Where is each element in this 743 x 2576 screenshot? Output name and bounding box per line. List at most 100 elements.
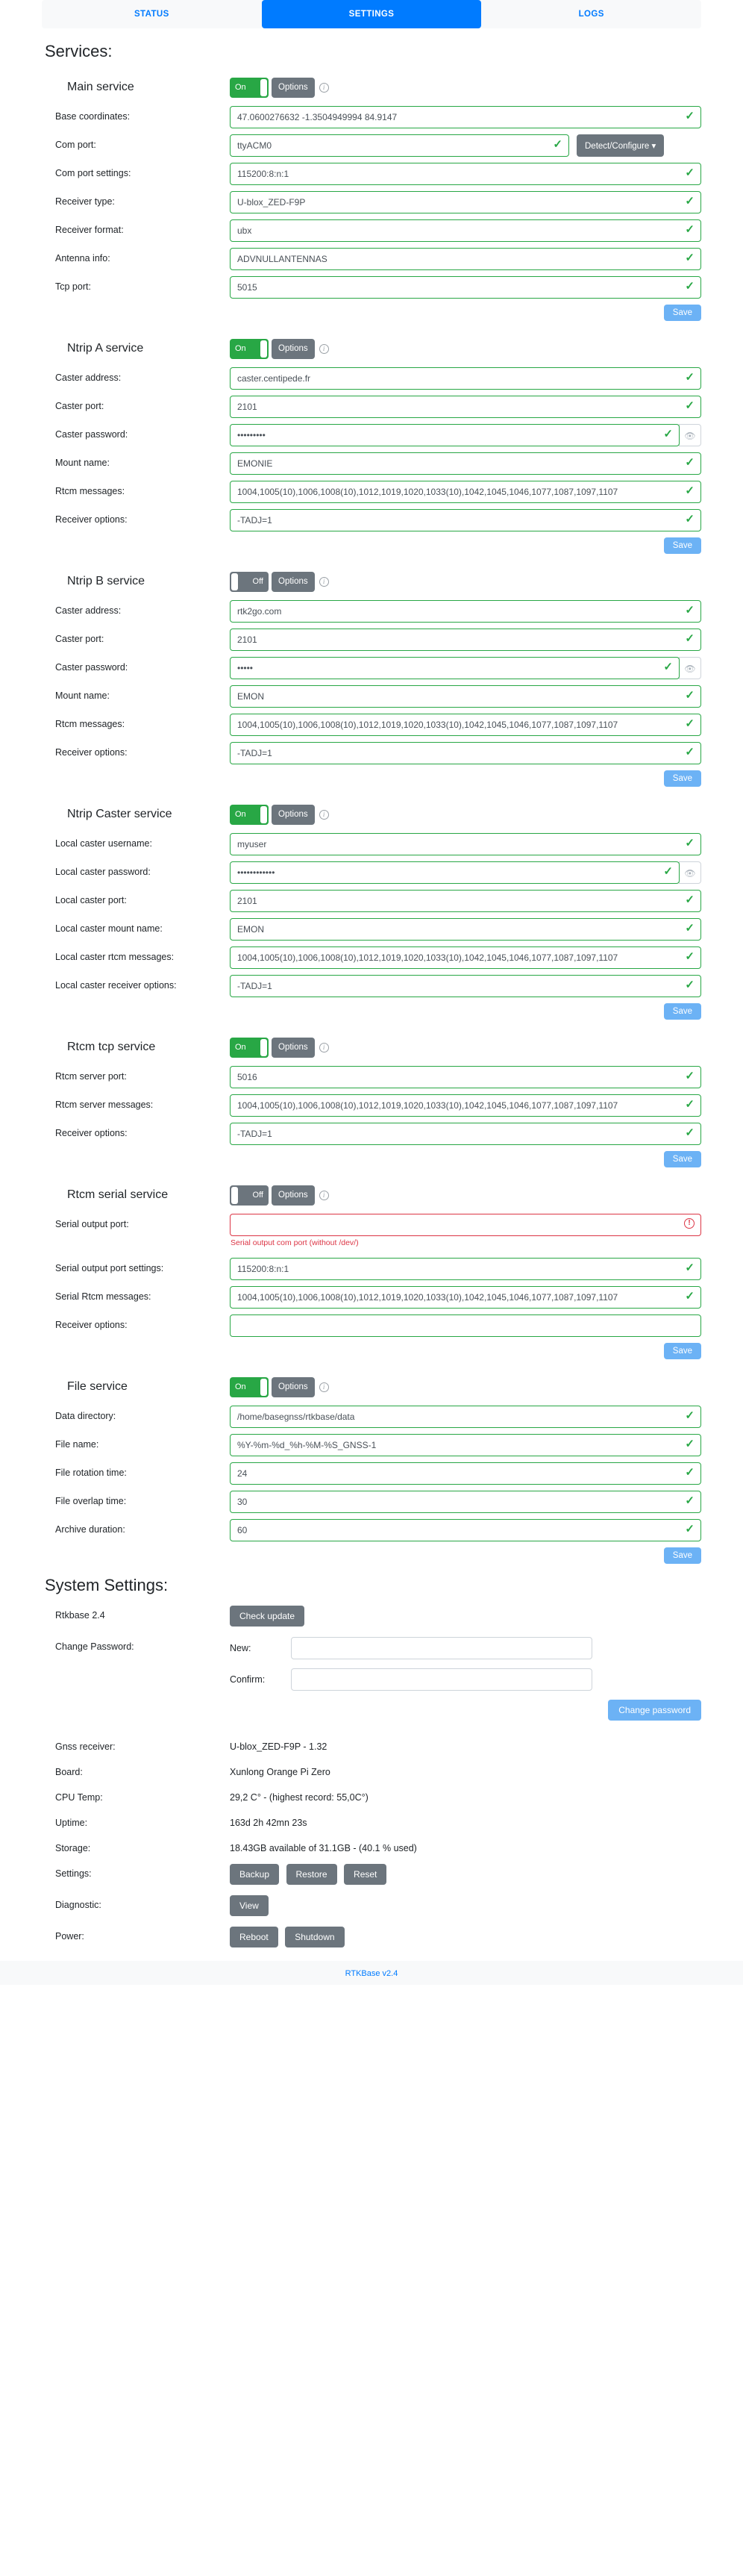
service-rtcm-tcp-toggle[interactable]: On <box>230 1037 269 1058</box>
confirm-password-line: Confirm: <box>230 1668 701 1691</box>
info-icon[interactable]: i <box>319 809 329 820</box>
change-password-button[interactable]: Change password <box>608 1700 701 1721</box>
row-diagnostic: Diagnostic: View <box>42 1895 701 1916</box>
service-ntrip-caster-header: Ntrip Caster service On Options i <box>42 799 701 830</box>
tab-logs[interactable]: LOGS <box>481 0 701 28</box>
toggle-knob <box>231 1186 238 1204</box>
tcp-port-input[interactable]: 5015 <box>230 276 701 299</box>
ntrip-a-caster-password-input[interactable]: ••••••••• <box>230 424 680 446</box>
service-ntrip-b-toggle-label: Off <box>252 576 263 586</box>
service-main-toggle[interactable]: On <box>230 77 269 98</box>
info-icon[interactable]: i <box>319 1382 329 1392</box>
ntrip-a-mount-name-input[interactable]: EMONIE <box>230 452 701 475</box>
service-ntrip-a-title: Ntrip A service <box>67 342 144 355</box>
change-password-row: Change password <box>230 1700 701 1721</box>
com-port-settings-input[interactable]: 115200:8:n:1 <box>230 163 701 185</box>
tab-status[interactable]: STATUS <box>42 0 262 28</box>
local-caster-mount-name-input[interactable]: EMON <box>230 918 701 941</box>
row-power: Power: Reboot Shutdown <box>42 1927 701 1947</box>
board-value: Xunlong Orange Pi Zero <box>230 1767 330 1777</box>
save-main-service-button[interactable]: Save <box>663 305 701 321</box>
service-ntrip-caster-options-button[interactable]: Options <box>272 804 315 825</box>
service-rtcm-serial-options-button[interactable]: Options <box>272 1185 315 1206</box>
ntrip-b-receiver-options-input[interactable]: -TADJ=1 <box>230 742 701 764</box>
save-row: Save <box>42 770 701 787</box>
service-main-options-button[interactable]: Options <box>272 77 315 98</box>
service-ntrip-a-options-button[interactable]: Options <box>272 338 315 359</box>
confirm-password-input[interactable] <box>291 1668 592 1691</box>
ntrip-b-caster-password-input[interactable]: ••••• <box>230 657 680 679</box>
serial-output-port-input[interactable] <box>230 1214 701 1236</box>
save-ntrip-a-button[interactable]: Save <box>663 537 701 554</box>
base-coordinates-input[interactable]: 47.0600276632 -1.3504949994 84.9147 <box>230 106 701 128</box>
eye-slash-icon[interactable]: 👁 <box>679 657 701 679</box>
save-ntrip-b-button[interactable]: Save <box>663 770 701 787</box>
eye-slash-icon[interactable]: 👁 <box>679 861 701 884</box>
com-port-input[interactable]: ttyACM0 <box>230 134 569 157</box>
save-rtcm-serial-button[interactable]: Save <box>663 1343 701 1359</box>
data-directory-input[interactable]: /home/basegnss/rtkbase/data <box>230 1406 701 1428</box>
archive-duration-input[interactable]: 60 <box>230 1519 701 1541</box>
ntrip-b-mount-name-input[interactable]: EMON <box>230 685 701 708</box>
detect-configure-button[interactable]: Detect/Configure ▾ <box>577 134 665 157</box>
local-caster-password-input[interactable]: •••••••••••• <box>230 861 680 884</box>
check-update-button[interactable]: Check update <box>230 1606 305 1627</box>
save-rtcm-tcp-button[interactable]: Save <box>663 1151 701 1167</box>
ntrip-b-caster-port-input[interactable]: 2101 <box>230 629 701 651</box>
info-icon[interactable]: i <box>319 1042 329 1052</box>
receiver-format-input[interactable]: ubx <box>230 219 701 242</box>
ntrip-a-caster-address-input[interactable]: caster.centipede.fr <box>230 367 701 390</box>
ntrip-b-caster-address-input[interactable]: rtk2go.com <box>230 600 701 623</box>
service-ntrip-caster-toggle[interactable]: On <box>230 804 269 825</box>
new-password-input[interactable] <box>291 1637 592 1659</box>
rtcm-serial-receiver-options-input[interactable] <box>230 1314 701 1337</box>
service-rtcm-tcp-options-button[interactable]: Options <box>272 1037 315 1058</box>
serial-rtcm-messages-input[interactable]: 1004,1005(10),1006,1008(10),1012,1019,10… <box>230 1286 701 1309</box>
receiver-type-input[interactable]: U-blox_ZED-F9P <box>230 191 701 213</box>
file-rotation-time-input[interactable]: 24 <box>230 1462 701 1485</box>
service-ntrip-a-toggle[interactable]: On <box>230 338 269 359</box>
rtcm-server-messages-input[interactable]: 1004,1005(10),1006,1008(10),1012,1019,10… <box>230 1094 701 1117</box>
service-ntrip-b-options-button[interactable]: Options <box>272 571 315 592</box>
rtkbase-version-label: Rtkbase 2.4 <box>55 1610 105 1621</box>
shutdown-button[interactable]: Shutdown <box>285 1927 345 1947</box>
local-caster-rtcm-messages-input[interactable]: 1004,1005(10),1006,1008(10),1012,1019,10… <box>230 946 701 969</box>
ntrip-a-rtcm-messages-input[interactable]: 1004,1005(10),1006,1008(10),1012,1019,10… <box>230 481 701 503</box>
ntrip-b-rtcm-messages-input[interactable]: 1004,1005(10),1006,1008(10),1012,1019,10… <box>230 714 701 736</box>
info-icon[interactable]: i <box>319 82 329 93</box>
serial-output-port-settings-input[interactable]: 115200:8:n:1 <box>230 1258 701 1280</box>
save-ntrip-caster-button[interactable]: Save <box>663 1003 701 1020</box>
info-icon[interactable]: i <box>319 1190 329 1200</box>
backup-button[interactable]: Backup <box>230 1864 280 1885</box>
service-ntrip-b-toggle[interactable]: Off <box>230 571 269 592</box>
local-caster-port-input[interactable]: 2101 <box>230 890 701 912</box>
rtcm-server-port-input[interactable]: 5016 <box>230 1066 701 1088</box>
reset-button[interactable]: Reset <box>344 1864 387 1885</box>
eye-slash-icon[interactable]: 👁 <box>679 424 701 446</box>
service-ntrip-a-toggle-label: On <box>235 343 246 353</box>
file-name-input[interactable]: %Y-%m-%d_%h-%M-%S_GNSS-1 <box>230 1434 701 1456</box>
ntrip-a-caster-port-input[interactable]: 2101 <box>230 396 701 418</box>
view-diagnostic-button[interactable]: View <box>230 1895 269 1916</box>
field-serial-rtcm-messages: Serial Rtcm messages: 1004,1005(10),1006… <box>42 1286 701 1309</box>
service-rtcm-serial-toggle[interactable]: Off <box>230 1185 269 1206</box>
restore-button[interactable]: Restore <box>286 1864 337 1885</box>
antenna-info-input[interactable]: ADVNULLANTENNAS <box>230 248 701 270</box>
rtcm-tcp-receiver-options-input[interactable]: -TADJ=1 <box>230 1123 701 1145</box>
tab-settings[interactable]: SETTINGS <box>261 0 482 28</box>
info-icon[interactable]: i <box>319 576 329 587</box>
footer-version-link[interactable]: RTKBase v2.4 <box>345 1969 398 1978</box>
service-file-toggle[interactable]: On <box>230 1376 269 1397</box>
save-file-service-button[interactable]: Save <box>663 1547 701 1564</box>
field-label: Local caster rtcm messages: <box>55 952 175 962</box>
info-icon[interactable]: i <box>319 343 329 354</box>
field-com-port-settings: Com port settings: 115200:8:n:1 ✓ <box>42 163 701 185</box>
reboot-button[interactable]: Reboot <box>230 1927 278 1947</box>
local-caster-receiver-options-input[interactable]: -TADJ=1 <box>230 975 701 997</box>
ntrip-a-receiver-options-input[interactable]: -TADJ=1 <box>230 509 701 531</box>
field-rtcm-messages: Rtcm messages: 1004,1005(10),1006,1008(1… <box>42 481 701 503</box>
service-file-options-button[interactable]: Options <box>272 1376 315 1397</box>
local-caster-username-input[interactable]: myuser <box>230 833 701 855</box>
cpu-temp-label: CPU Temp: <box>55 1792 103 1803</box>
file-overlap-time-input[interactable]: 30 <box>230 1491 701 1513</box>
